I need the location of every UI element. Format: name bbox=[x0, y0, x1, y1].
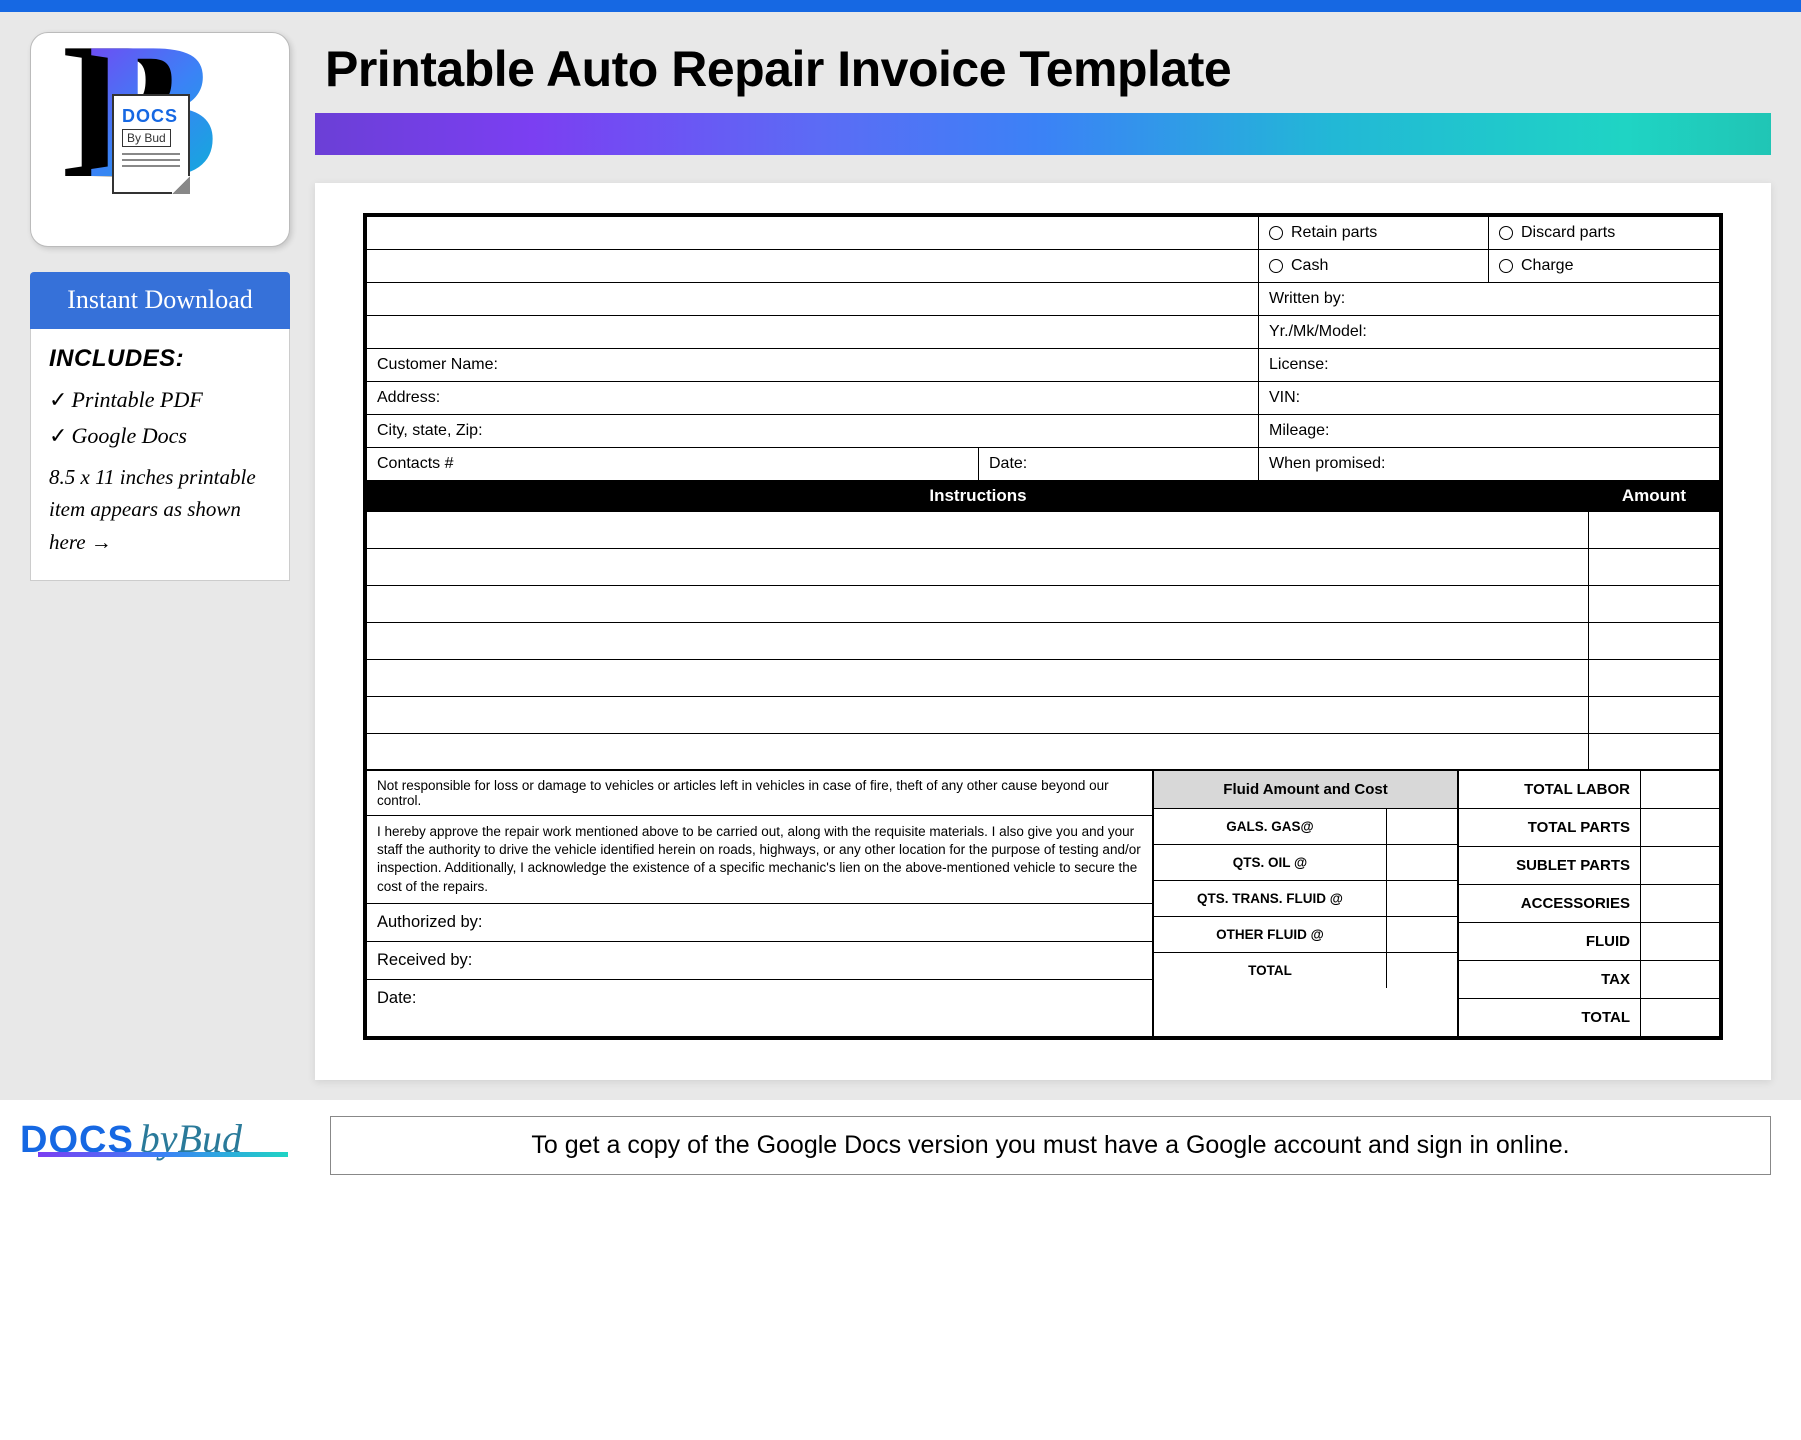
retain-parts-option[interactable]: Retain parts bbox=[1259, 217, 1489, 249]
accessories-row: ACCESSORIES bbox=[1459, 885, 1719, 923]
radio-icon bbox=[1269, 226, 1283, 240]
instructions-header-row: Instructions Amount bbox=[367, 480, 1719, 512]
city-field[interactable]: City, state, Zip: bbox=[367, 415, 1259, 447]
top-accent-bar bbox=[0, 0, 1801, 12]
includes-title: INCLUDES: bbox=[49, 345, 271, 373]
fluid-other-row[interactable]: OTHER FLUID @ bbox=[1154, 917, 1457, 953]
includes-panel: INCLUDES: ✓Printable PDF ✓Google Docs 8.… bbox=[30, 329, 290, 582]
customer-name-field[interactable]: Customer Name: bbox=[367, 349, 1259, 381]
vin-field[interactable]: VIN: bbox=[1259, 382, 1719, 414]
cash-option[interactable]: Cash bbox=[1259, 250, 1489, 282]
total-parts-row: TOTAL PARTS bbox=[1459, 809, 1719, 847]
instruction-line[interactable] bbox=[367, 549, 1719, 586]
right-main: Printable Auto Repair Invoice Template R… bbox=[315, 32, 1771, 1080]
fluid-trans-row[interactable]: QTS. TRANS. FLUID @ bbox=[1154, 881, 1457, 917]
row-payment-options: Cash Charge bbox=[367, 250, 1719, 283]
logo-text-docs: DOCS bbox=[122, 106, 180, 127]
approval-text: I hereby approve the repair work mention… bbox=[367, 816, 1152, 904]
sublet-parts-row: SUBLET PARTS bbox=[1459, 847, 1719, 885]
page-title: Printable Auto Repair Invoice Template bbox=[325, 40, 1771, 98]
received-by-field[interactable]: Received by: bbox=[367, 942, 1152, 980]
logo-text-bybud: By Bud bbox=[122, 129, 171, 147]
includes-item-pdf: ✓Printable PDF bbox=[49, 387, 271, 413]
totals-col: TOTAL LABOR TOTAL PARTS SUBLET PARTS ACC… bbox=[1459, 771, 1719, 1036]
gradient-divider-bar bbox=[315, 113, 1771, 155]
contacts-field[interactable]: Contacts # bbox=[367, 448, 979, 480]
left-sidebar: B B DOCS By Bud Instant Download INCLUDE… bbox=[30, 32, 290, 1080]
radio-icon bbox=[1269, 259, 1283, 273]
instant-download-header: Instant Download bbox=[30, 272, 290, 329]
fluid-gas-row[interactable]: GALS. GAS@ bbox=[1154, 809, 1457, 845]
discard-parts-option[interactable]: Discard parts bbox=[1489, 217, 1719, 249]
instruction-line[interactable] bbox=[367, 512, 1719, 549]
row-city-mileage: City, state, Zip: Mileage: bbox=[367, 415, 1719, 448]
row-written-by: Written by: bbox=[367, 283, 1719, 316]
charge-option[interactable]: Charge bbox=[1489, 250, 1719, 282]
disclaimer-signature-col: Not responsible for loss or damage to ve… bbox=[367, 771, 1154, 1036]
includes-item-gdocs: ✓Google Docs bbox=[49, 423, 271, 449]
disclaimer-text: Not responsible for loss or damage to ve… bbox=[367, 771, 1152, 816]
footer-logo-wrap: DOCS byBud bbox=[20, 1115, 300, 1175]
grand-total-row: TOTAL bbox=[1459, 999, 1719, 1036]
instruction-line[interactable] bbox=[367, 734, 1719, 771]
tax-row: TAX bbox=[1459, 961, 1719, 999]
when-promised-field[interactable]: When promised: bbox=[1259, 448, 1719, 480]
total-labor-row: TOTAL LABOR bbox=[1459, 771, 1719, 809]
signature-date-field[interactable]: Date: bbox=[367, 980, 1152, 1017]
instruction-line[interactable] bbox=[367, 660, 1719, 697]
fluid-total-row: TOTAL bbox=[1154, 953, 1457, 988]
mileage-field[interactable]: Mileage: bbox=[1259, 415, 1719, 447]
check-icon: ✓ bbox=[49, 423, 67, 448]
bottom-totals-area: Not responsible for loss or damage to ve… bbox=[367, 771, 1719, 1036]
main-content: B B DOCS By Bud Instant Download INCLUDE… bbox=[0, 12, 1801, 1100]
row-contacts-date: Contacts # Date: When promised: bbox=[367, 448, 1719, 480]
row-yrmk: Yr./Mk/Model: bbox=[367, 316, 1719, 349]
footer: DOCS byBud To get a copy of the Google D… bbox=[0, 1100, 1801, 1190]
authorized-by-field[interactable]: Authorized by: bbox=[367, 904, 1152, 942]
includes-dimensions-note: 8.5 x 11 inches printable item appears a… bbox=[49, 461, 271, 559]
instruction-line[interactable] bbox=[367, 623, 1719, 660]
instruction-line[interactable] bbox=[367, 586, 1719, 623]
fluid-header: Fluid Amount and Cost bbox=[1154, 771, 1457, 809]
written-by-field[interactable]: Written by: bbox=[1259, 283, 1719, 315]
logo-document-icon: DOCS By Bud bbox=[112, 94, 190, 194]
instruction-line[interactable] bbox=[367, 697, 1719, 734]
row-address-vin: Address: VIN: bbox=[367, 382, 1719, 415]
instructions-header: Instructions bbox=[367, 480, 1589, 512]
radio-icon bbox=[1499, 259, 1513, 273]
document-preview: Retain parts Discard parts Cash Charge W… bbox=[315, 183, 1771, 1080]
amount-header: Amount bbox=[1589, 480, 1719, 512]
date-field[interactable]: Date: bbox=[979, 448, 1259, 480]
invoice-form: Retain parts Discard parts Cash Charge W… bbox=[363, 213, 1723, 1040]
radio-icon bbox=[1499, 226, 1513, 240]
row-customer-license: Customer Name: License: bbox=[367, 349, 1719, 382]
fluid-total-row: FLUID bbox=[1459, 923, 1719, 961]
fluid-cost-col: Fluid Amount and Cost GALS. GAS@ QTS. OI… bbox=[1154, 771, 1459, 1036]
year-make-model-field[interactable]: Yr./Mk/Model: bbox=[1259, 316, 1719, 348]
footer-gradient-underline bbox=[38, 1152, 288, 1157]
address-field[interactable]: Address: bbox=[367, 382, 1259, 414]
license-field[interactable]: License: bbox=[1259, 349, 1719, 381]
check-icon: ✓ bbox=[49, 387, 67, 412]
footer-google-note: To get a copy of the Google Docs version… bbox=[330, 1116, 1771, 1175]
row-parts-options: Retain parts Discard parts bbox=[367, 217, 1719, 250]
brand-logo-box: B B DOCS By Bud bbox=[30, 32, 290, 247]
fluid-oil-row[interactable]: QTS. OIL @ bbox=[1154, 845, 1457, 881]
